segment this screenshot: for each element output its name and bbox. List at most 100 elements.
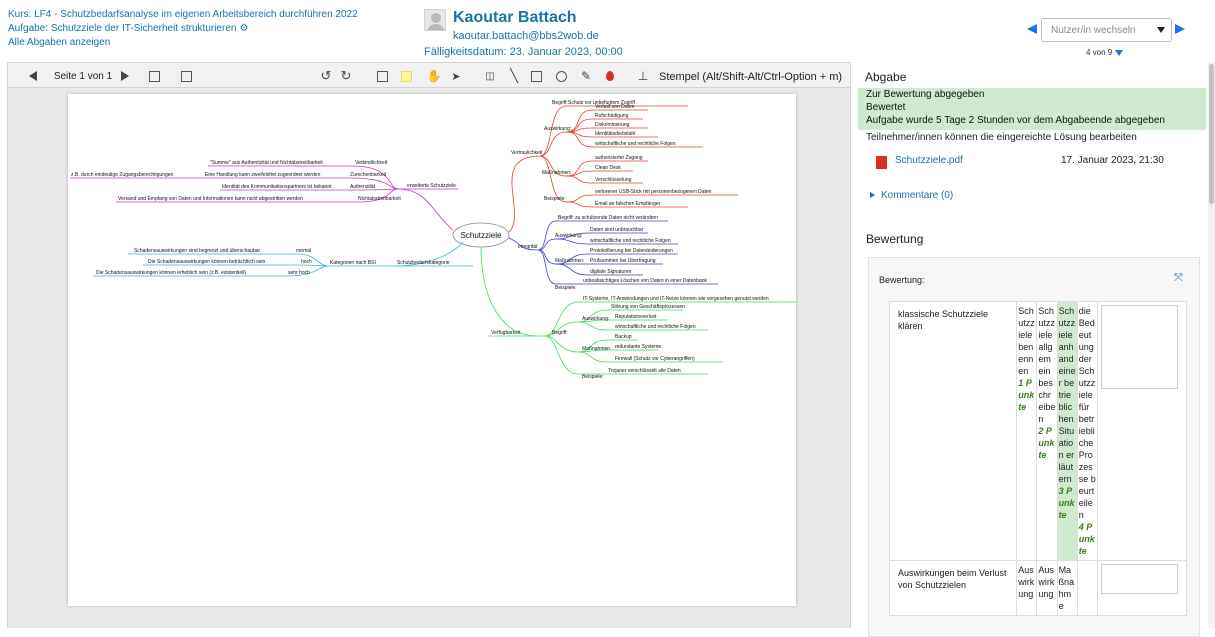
comment-tool-button[interactable]: ◫ — [482, 67, 498, 85]
mindmap-label: Maßnahmen — [582, 346, 610, 352]
mindmap-text: Authenzität — [350, 184, 376, 190]
level-text: Maßnahme — [1058, 565, 1075, 611]
rubric-level[interactable]: Schutzziele allgemein beschreiben 2 Punkt… — [1036, 301, 1058, 561]
mindmap-text: z.B. durch eindeutige Zugangsberechtigun… — [71, 172, 174, 178]
gear-icon[interactable]: ⚙ — [239, 22, 248, 36]
level-text: Schutzziele anhand einer betrieblichen S… — [1058, 306, 1076, 484]
rotate-right-button[interactable]: ↻ — [338, 67, 354, 85]
pdf-file-icon — [876, 156, 887, 169]
pan-button[interactable]: ✋ — [426, 67, 442, 85]
mindmap-text: hoch — [301, 259, 312, 265]
mindmap-label: Begriff: — [552, 100, 568, 106]
change-user-select[interactable]: Nutzer/in wechseln — [1041, 18, 1172, 42]
rubric-level[interactable]: die Bedeutung der Schutzziele für betrie… — [1076, 301, 1098, 561]
next-page-button[interactable] — [118, 67, 132, 85]
chevron-down-icon — [1157, 27, 1165, 33]
filter-icon[interactable] — [1115, 49, 1124, 56]
mindmap-verfuegbarkeit: Verfügbarkeit — [491, 330, 521, 336]
rectangle-tool-button[interactable] — [528, 67, 544, 85]
grading-box: Bewertung: ⤧ klassische Schutzziele klär… — [868, 257, 1200, 637]
rubric-table: klassische Schutzziele klären Schutzziel… — [888, 301, 1188, 616]
mindmap-text: Die Schadensauswirkungen können erheblic… — [96, 270, 246, 276]
pen-tool-button[interactable]: ✎ — [578, 67, 594, 85]
search-comments-button[interactable] — [146, 67, 162, 85]
rubric-level[interactable]: Maßnahme — [1056, 560, 1078, 616]
mindmap-text: Prüfsummen bei Übertragung — [590, 257, 656, 264]
previous-page-button[interactable] — [26, 67, 40, 85]
mindmap-text: Identität des Kommunikationspartners ist… — [222, 184, 332, 190]
oval-tool-button[interactable] — [553, 67, 569, 85]
line-tool-button[interactable]: ╲ — [506, 67, 522, 85]
rubric-remark-cell — [1096, 301, 1188, 561]
submission-panel: Abgabe Zur Bewertung abgegeben Bewertet … — [858, 62, 1206, 637]
panel-title: Abgabe — [865, 70, 907, 84]
status-early: Aufgabe wurde 5 Tage 2 Stunden vor dem A… — [866, 115, 1165, 126]
comment-tool-icon: ◫ — [485, 70, 495, 82]
level-points: 2 Punkte — [1038, 426, 1055, 460]
rubric-remark-input[interactable] — [1100, 564, 1178, 594]
avatar — [424, 9, 446, 31]
rubric-level[interactable]: Auswirkung — [1016, 560, 1038, 616]
level-points: 4 Punkte — [1078, 522, 1095, 556]
stamp-label: Stempel (Alt/Shift-Alt/Ctrl-Option + m) — [659, 71, 843, 83]
scrollbar-thumb[interactable] — [1209, 64, 1214, 204]
comment-button[interactable] — [374, 67, 390, 85]
expand-icon[interactable]: ⤧ — [1174, 273, 1184, 284]
search-comments-icon — [148, 70, 160, 82]
level-text: Auswirkung — [1018, 565, 1035, 599]
submission-status: Zur Bewertung abgegeben Bewertet Aufgabe… — [858, 88, 1206, 130]
rubric-level-selected[interactable]: Schutzziele anhand einer betrieblichen S… — [1056, 301, 1078, 561]
mindmap-label: Maßnahmen: — [555, 258, 584, 264]
assignment-link[interactable]: Aufgabe: Schutzziele der IT-Sicherheit s… — [8, 23, 236, 34]
mindmap-text: Clean Desk — [595, 165, 621, 171]
mindmap-text: Backup — [615, 334, 632, 340]
pdf-file-link[interactable]: Schutzziele.pdf — [895, 155, 963, 166]
mindmap-label: Auswirkung: — [544, 126, 571, 132]
change-user-placeholder: Nutzer/in wechseln — [1051, 25, 1136, 36]
mindmap-center: Schutzziele — [461, 231, 502, 240]
annotation-toolbar: Seite 1 von 1 ↺ ↻ ✋ ➤ ◫ ╲ ✎ ⊥ Stempel (A… — [7, 62, 851, 88]
mindmap-text: Verschlüsselung — [595, 177, 632, 183]
header: Kurs: LF4 - Schutzbedarfsanalyse im eige… — [0, 0, 1215, 62]
mindmap-label: Beispiele: — [582, 374, 604, 380]
mindmap-integritaet: Integrität — [518, 244, 538, 250]
expand-comments-button[interactable] — [178, 67, 194, 85]
mindmap-text: wirtschaftliche und rechtliche Folgen — [595, 141, 676, 147]
next-user-arrow-icon[interactable] — [1175, 24, 1185, 34]
level-text: Auswirkung — [1038, 565, 1055, 599]
rubric-level[interactable]: Auswirkung — [1036, 560, 1058, 616]
mindmap-text: Rufschädigung — [595, 113, 629, 119]
rotate-right-icon: ↻ — [340, 68, 352, 83]
rotate-left-button[interactable]: ↺ — [318, 67, 334, 85]
annotation-color-button[interactable] — [602, 67, 618, 85]
user-name[interactable]: Kaoutar Battach — [453, 9, 577, 27]
level-points: 1 Punkte — [1018, 378, 1035, 412]
breadcrumb: Kurs: LF4 - Schutzbedarfsanalyse im eige… — [8, 8, 358, 50]
previous-user-arrow-icon[interactable] — [1027, 24, 1037, 34]
mindmap-text: Störung von Geschäftsprozessen — [611, 304, 685, 310]
rubric-remark-input[interactable] — [1100, 305, 1178, 389]
mindmap-label: Beispiele: — [544, 196, 566, 202]
mindmap-text: Email an falschen Empfänger — [595, 201, 661, 207]
color-drop-icon — [606, 71, 614, 81]
highlight-color-button[interactable] — [398, 67, 414, 85]
select-button[interactable]: ➤ — [448, 67, 464, 85]
pdf-viewer[interactable]: Schutzziele Vertraulichkeit Begriff: Sch… — [7, 88, 851, 628]
mindmap-text: Diskriminierung — [595, 122, 630, 128]
comments-toggle[interactable]: Kommentare (0) — [870, 190, 953, 201]
page-label: Seite 1 von 1 — [53, 70, 113, 82]
course-link[interactable]: Kurs: LF4 - Schutzbedarfsanalyse im eige… — [8, 9, 358, 20]
mindmap-text: normal — [296, 248, 311, 254]
user-email[interactable]: kaoutar.battach@bbs2wob.de — [453, 30, 599, 42]
mindmap: Schutzziele Vertraulichkeit Begriff: Sch… — [70, 100, 796, 380]
due-date: Fälligkeitsdatum: 23. Januar 2023, 00:00 — [424, 46, 623, 58]
all-submissions-link[interactable]: Alle Abgaben anzeigen — [8, 37, 110, 48]
arrow-left-icon — [29, 71, 37, 81]
page-scrollbar[interactable] — [1208, 62, 1215, 628]
mindmap-text: Schadensauswirkungen sind begrenzt und ü… — [134, 248, 261, 254]
mindmap-erweiterte: erweiterte Schutzziele — [407, 183, 456, 189]
stamp-tool-button[interactable]: ⊥ — [635, 67, 651, 85]
pdf-page[interactable]: Schutzziele Vertraulichkeit Begriff: Sch… — [68, 94, 796, 606]
rubric-level[interactable]: Schutzziele benennen 1 Punkte — [1016, 301, 1038, 561]
rubric-row: Auswirkungen beim Verlust von Schutzziel… — [888, 560, 1188, 616]
